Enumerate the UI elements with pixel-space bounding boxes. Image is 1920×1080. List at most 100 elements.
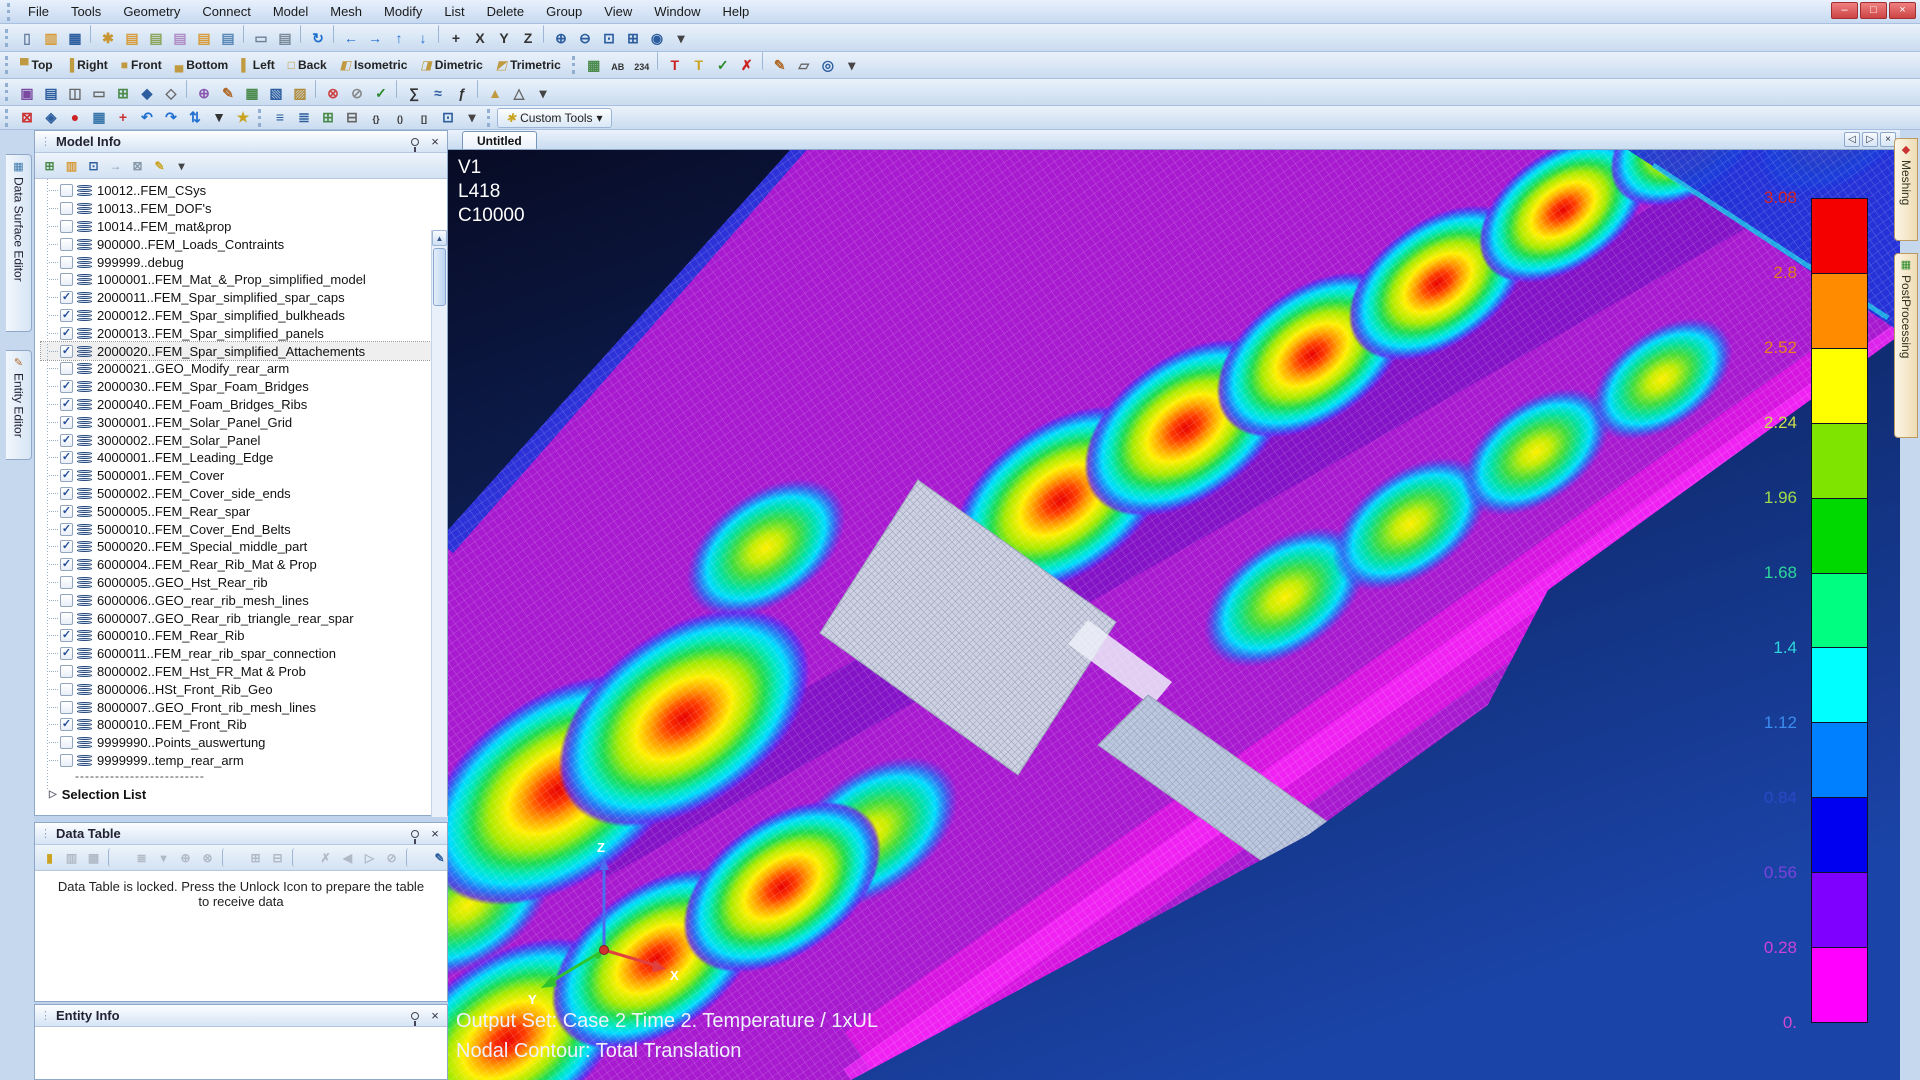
layer-checkbox[interactable] xyxy=(60,487,73,500)
view-button[interactable]: ◨Dimetric xyxy=(416,56,489,74)
toolbar-icon[interactable]: + xyxy=(112,106,134,128)
toolbar-icon[interactable]: ▭ xyxy=(88,82,110,104)
panel-toolbar-icon[interactable] xyxy=(108,848,127,867)
layer-checkbox[interactable] xyxy=(60,647,73,660)
tree-row[interactable]: 8000010..FEM_Front_Rib xyxy=(41,716,447,734)
toolbar-icon[interactable]: ✗ xyxy=(736,55,758,77)
layer-checkbox[interactable] xyxy=(60,345,73,358)
close-icon[interactable]: × xyxy=(428,826,442,841)
toolbar-icon[interactable]: ◉ xyxy=(646,28,668,50)
toolbar-icon[interactable]: ◈ xyxy=(40,107,62,129)
toolbar-icon[interactable]: ▭ xyxy=(250,28,272,50)
toolbar-icon[interactable]: ↻ xyxy=(307,28,329,50)
toolbar-icon[interactable]: () xyxy=(389,108,411,130)
toolbar-icon[interactable] xyxy=(762,52,765,70)
menu-item[interactable]: Connect xyxy=(191,1,261,22)
toolbar-icon[interactable]: ▦ xyxy=(64,28,86,50)
layer-checkbox[interactable] xyxy=(60,629,73,642)
toolbar-icon[interactable]: ▦ xyxy=(583,55,605,77)
toolbar-icon[interactable]: ↓ xyxy=(412,27,434,49)
menu-item[interactable]: Group xyxy=(535,1,593,22)
toolbar-grip[interactable] xyxy=(5,83,12,101)
tree-row[interactable]: 2000011..FEM_Spar_simplified_spar_caps xyxy=(41,289,447,307)
tree-row[interactable]: 3000001..FEM_Solar_Panel_Grid xyxy=(41,413,447,431)
toolbar-icon[interactable] xyxy=(477,80,480,98)
render-canvas[interactable]: Z Y X V1 L418 C10000 Output Set: Case 2 … xyxy=(448,150,1900,1080)
toolbar-grip[interactable] xyxy=(5,109,12,127)
panel-toolbar-icon[interactable]: ⊞ xyxy=(40,156,59,175)
toolbar-icon[interactable] xyxy=(300,25,303,43)
toolbar-icon[interactable] xyxy=(438,25,441,43)
toolbar-icon[interactable]: X xyxy=(469,27,491,49)
tree-row[interactable]: 999999..debug xyxy=(41,253,447,271)
toolbar-icon[interactable]: ⊖ xyxy=(574,28,596,50)
tree-row[interactable]: 6000010..FEM_Rear_Rib xyxy=(41,627,447,645)
layer-checkbox[interactable] xyxy=(60,362,73,375)
model-tab[interactable]: Untitled xyxy=(462,131,537,149)
tree-row[interactable]: 6000007..GEO_Rear_rib_triangle_rear_spar xyxy=(41,609,447,627)
toolbar-icon[interactable]: → xyxy=(364,27,386,49)
panel-toolbar-icon[interactable] xyxy=(292,848,311,867)
layer-checkbox[interactable] xyxy=(60,736,73,749)
left-dock-tab[interactable]: ▦ Data Surface Editor xyxy=(6,154,32,332)
toolbar-icon[interactable]: T xyxy=(688,54,710,76)
layer-checkbox[interactable] xyxy=(60,718,73,731)
tree-row[interactable]: 1000001..FEM_Mat_&_Prop_simplified_model xyxy=(41,271,447,289)
panel-toolbar-icon[interactable]: ⊟ xyxy=(268,848,287,867)
toolbar-icon[interactable]: ∑ xyxy=(403,82,425,104)
panel-toolbar-icon[interactable]: ⊕ xyxy=(176,848,195,867)
tree-row[interactable]: 5000005..FEM_Rear_spar xyxy=(41,502,447,520)
toolbar-grip[interactable] xyxy=(7,3,14,21)
tree-row[interactable]: 5000002..FEM_Cover_side_ends xyxy=(41,485,447,503)
panel-toolbar-icon[interactable]: ⊠ xyxy=(128,156,147,175)
toolbar-grip[interactable] xyxy=(5,29,12,47)
tree-row[interactable]: 10012..FEM_CSys xyxy=(41,182,447,200)
toolbar-icon[interactable]: ▣ xyxy=(16,82,38,104)
layer-checkbox[interactable] xyxy=(60,523,73,536)
toolbar-icon[interactable]: ▥ xyxy=(40,28,62,50)
menu-item[interactable]: Geometry xyxy=(112,1,191,22)
toolbar-icon[interactable]: T xyxy=(664,54,686,76)
toolbar-icon[interactable] xyxy=(186,80,189,98)
toolbar-icon[interactable]: ▤ xyxy=(145,28,167,50)
panel-grip[interactable]: ⋮ xyxy=(40,135,51,148)
toolbar-icon[interactable]: ▤ xyxy=(121,28,143,50)
right-dock-tab[interactable]: ◆ Meshing xyxy=(1894,138,1918,241)
toolbar-icon[interactable]: ▱ xyxy=(793,55,815,77)
toolbar-icon[interactable]: ◫ xyxy=(64,82,86,104)
toolbar-icon[interactable] xyxy=(543,25,546,43)
toolbar-icon[interactable]: ƒ xyxy=(451,82,473,104)
tree-row[interactable]: 6000011..FEM_rear_rib_spar_connection xyxy=(41,645,447,663)
tree-row[interactable]: 10013..FEM_DOF's xyxy=(41,200,447,218)
tree-row[interactable]: 900000..FEM_Loads_Contraints xyxy=(41,235,447,253)
toolbar-icon[interactable]: ▨ xyxy=(289,82,311,104)
toolbar-icon[interactable]: ✓ xyxy=(370,82,392,104)
toolbar-icon[interactable]: ⊠ xyxy=(16,107,38,129)
layer-checkbox[interactable] xyxy=(60,683,73,696)
panel-toolbar-icon[interactable]: ▥ xyxy=(62,156,81,175)
layer-checkbox[interactable] xyxy=(60,576,73,589)
toolbar-icon[interactable]: △ xyxy=(508,82,530,104)
layer-checkbox[interactable] xyxy=(60,469,73,482)
toolbar-grip[interactable] xyxy=(258,109,265,127)
toolbar-icon[interactable]: {} xyxy=(365,108,387,130)
toolbar-icon[interactable]: ⊡ xyxy=(437,106,459,128)
toolbar-icon[interactable]: ⊞ xyxy=(622,28,644,50)
toolbar-icon[interactable]: ✱ xyxy=(97,28,119,50)
toolbar-icon[interactable]: ≣ xyxy=(293,106,315,128)
toolbar-icon[interactable]: ↷ xyxy=(160,107,182,129)
layer-checkbox[interactable] xyxy=(60,701,73,714)
toolbar-icon[interactable]: ✓ xyxy=(712,55,734,77)
panel-toolbar-icon[interactable]: ◀ xyxy=(338,848,357,867)
view-button[interactable]: ◧Isometric xyxy=(336,56,415,74)
toolbar-icon[interactable]: ▾ xyxy=(841,55,863,77)
toolbar-grip[interactable] xyxy=(487,109,494,127)
toolbar-icon[interactable] xyxy=(657,52,660,70)
toolbar-icon[interactable]: 234 xyxy=(631,56,653,78)
toolbar-icon[interactable]: ≈ xyxy=(427,82,449,104)
toolbar-grip[interactable] xyxy=(5,56,12,74)
toolbar-icon[interactable]: ⊗ xyxy=(322,82,344,104)
toolbar-icon[interactable]: ⊞ xyxy=(112,82,134,104)
layer-checkbox[interactable] xyxy=(60,327,73,340)
close-icon[interactable]: × xyxy=(428,134,442,149)
